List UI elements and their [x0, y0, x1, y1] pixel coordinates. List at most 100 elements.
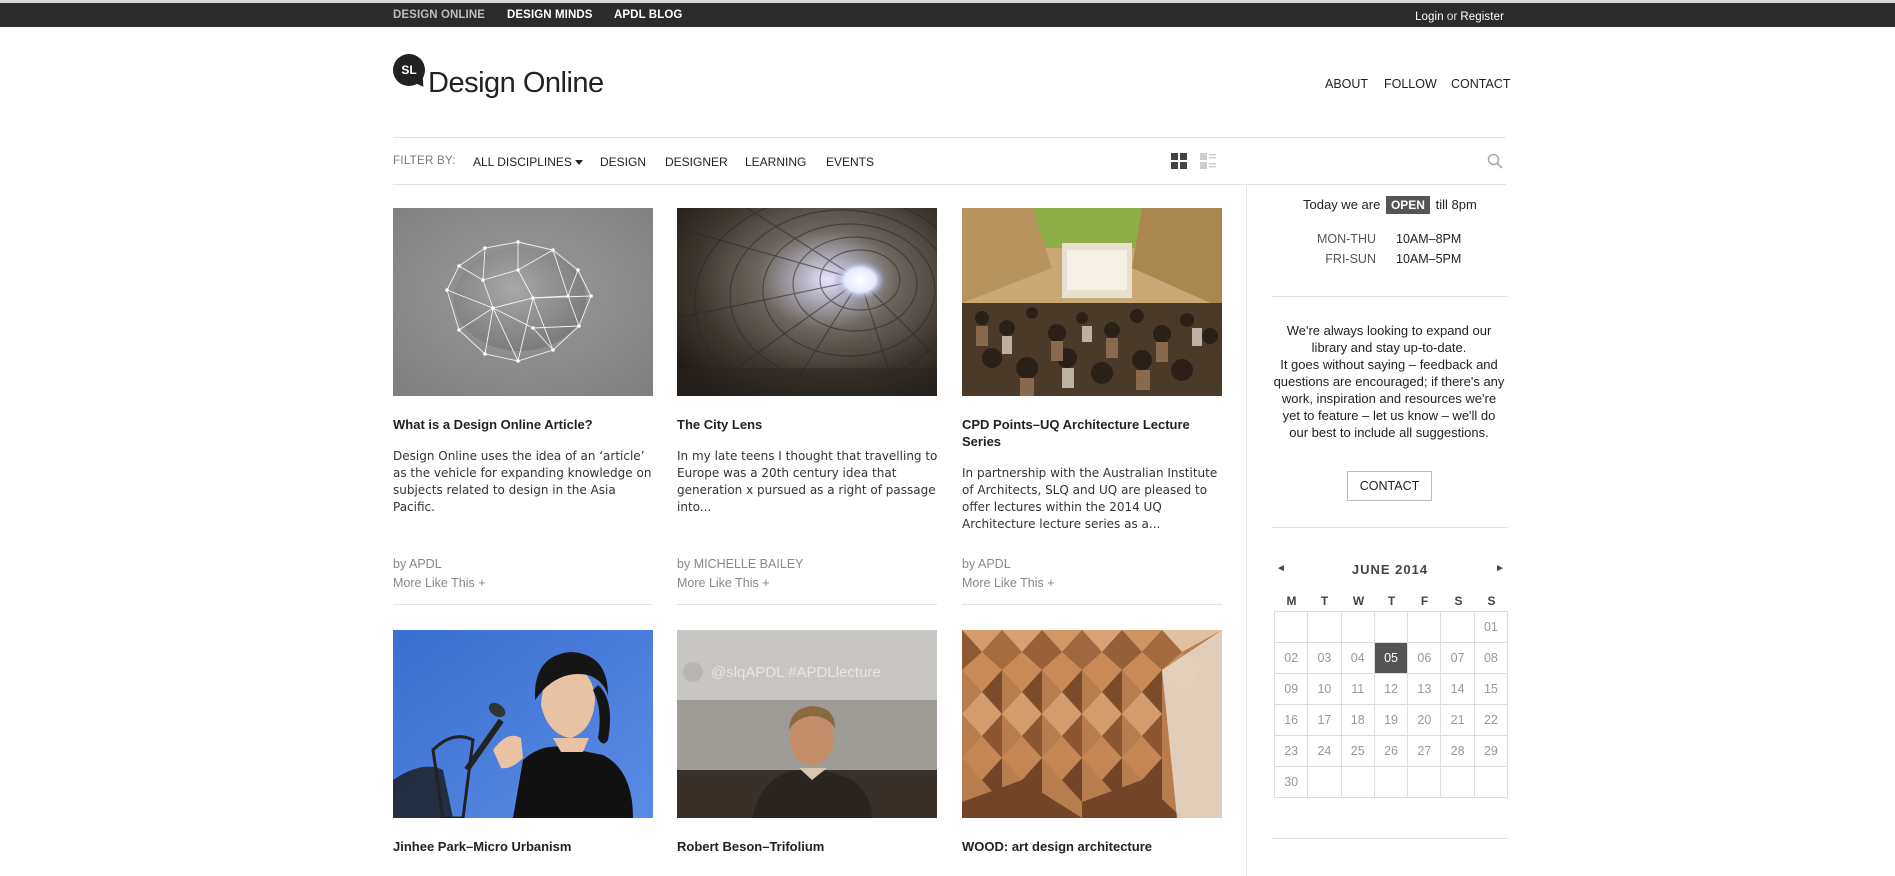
card-title[interactable]: Robert Beson–Trifolium — [677, 838, 939, 855]
filter-label: FILTER BY: — [393, 155, 456, 167]
calendar-empty-cell — [1407, 766, 1442, 798]
opening-status: Today we are OPEN till 8pm — [1303, 196, 1477, 214]
site-title[interactable]: Design Online — [428, 67, 604, 100]
card-image-city-lens[interactable] — [677, 208, 937, 396]
more-like-this-link[interactable]: More Like This + — [677, 576, 770, 590]
register-link[interactable]: Register — [1460, 11, 1504, 23]
calendar-day[interactable]: 18 — [1340, 704, 1375, 736]
calendar-empty-cell — [1273, 611, 1309, 643]
calendar-day[interactable]: 28 — [1440, 735, 1475, 767]
card-image-wood[interactable] — [962, 630, 1222, 818]
more-like-this-link[interactable]: More Like This + — [962, 576, 1055, 590]
search-icon[interactable] — [1487, 153, 1503, 169]
hours-time: 10AM–5PM — [1396, 252, 1462, 266]
card-divider — [962, 604, 1222, 605]
list-view-icon[interactable] — [1200, 153, 1216, 169]
calendar-day[interactable]: 21 — [1440, 704, 1475, 736]
filter-all-disciplines[interactable]: ALL DISCIPLINES — [473, 155, 583, 169]
calendar-day[interactable]: 20 — [1407, 704, 1442, 736]
calendar-week-row: 16 17 18 19 20 21 22 — [1273, 704, 1509, 736]
author-link[interactable]: APDL — [409, 557, 442, 571]
card-title[interactable]: Jinhee Park–Micro Urbanism — [393, 838, 655, 855]
card-image-robert-beson[interactable]: @slqAPDL #APDLlecture — [677, 630, 937, 818]
card-image-cpd-points[interactable] — [962, 208, 1222, 396]
calendar-day[interactable]: 10 — [1307, 673, 1342, 705]
calendar-empty-cell — [1440, 611, 1475, 643]
sidebar-divider — [1246, 185, 1247, 876]
calendar-day[interactable]: 14 — [1440, 673, 1475, 705]
calendar-day[interactable]: 25 — [1340, 735, 1375, 767]
header-divider — [393, 137, 1506, 138]
calendar-day[interactable]: 09 — [1273, 673, 1309, 705]
calendar-empty-cell — [1373, 766, 1409, 798]
calendar-day[interactable]: 19 — [1373, 704, 1409, 736]
filter-designer[interactable]: DESIGNER — [665, 155, 728, 169]
card-title[interactable]: What is a Design Online Article? — [393, 416, 655, 433]
slide-overlay-text: @slqAPDL #APDLlecture — [711, 664, 881, 681]
calendar-day[interactable]: 08 — [1473, 642, 1509, 674]
filter-divider — [393, 184, 1506, 185]
calendar-week-row: 02 03 04 05 06 07 08 — [1273, 642, 1509, 674]
calendar-day[interactable]: 06 — [1407, 642, 1442, 674]
topbar-link-apdl-blog[interactable]: APDL BLOG — [614, 9, 682, 21]
calendar-day[interactable]: 22 — [1473, 704, 1509, 736]
calendar-empty-cell — [1307, 766, 1342, 798]
calendar-day[interactable]: 16 — [1273, 704, 1309, 736]
calendar-day[interactable]: 27 — [1407, 735, 1442, 767]
card-title[interactable]: WOOD: art design architecture — [962, 838, 1224, 855]
calendar-empty-cell — [1340, 766, 1375, 798]
calendar-day[interactable]: 26 — [1373, 735, 1409, 767]
calendar-day[interactable]: 04 — [1340, 642, 1375, 674]
library-text: We're always looking to expand our libra… — [1272, 322, 1506, 441]
topbar-link-design-online[interactable]: DESIGN ONLINE — [393, 9, 485, 21]
topbar-link-design-minds[interactable]: DESIGN MINDS — [507, 9, 593, 21]
card-description: In partnership with the Australian Insti… — [962, 466, 1218, 531]
card-image-jinhee-park[interactable] — [393, 630, 653, 818]
grid-view-icon[interactable] — [1171, 153, 1187, 169]
calendar-day[interactable]: 12 — [1373, 673, 1409, 705]
filter-learning[interactable]: LEARNING — [745, 155, 806, 169]
calendar-day[interactable]: 02 — [1273, 642, 1309, 674]
author-link[interactable]: MICHELLE BAILEY — [694, 557, 804, 571]
weekday-header: T — [1320, 594, 1329, 608]
calendar-next-arrow-icon[interactable]: ► — [1495, 563, 1505, 574]
calendar-day[interactable]: 23 — [1273, 735, 1309, 767]
calendar-day[interactable]: 29 — [1473, 735, 1509, 767]
logo-badge[interactable]: SL — [393, 54, 425, 86]
calendar-prev-arrow-icon[interactable]: ◄ — [1276, 563, 1286, 574]
wireframe-sphere-image — [393, 208, 653, 396]
calendar-week-row: 01 — [1273, 611, 1509, 643]
login-link[interactable]: Login — [1415, 11, 1444, 23]
contact-button[interactable]: CONTACT — [1347, 471, 1432, 501]
nav-about[interactable]: ABOUT — [1325, 77, 1368, 91]
calendar-day[interactable]: 07 — [1440, 642, 1475, 674]
today-suffix: till 8pm — [1435, 197, 1477, 212]
by-prefix: by — [677, 557, 691, 571]
today-prefix: Today we are — [1303, 197, 1381, 212]
calendar-week-row: 09 10 11 12 13 14 15 — [1273, 673, 1509, 705]
calendar-day[interactable]: 17 — [1307, 704, 1342, 736]
or-text: or — [1446, 9, 1458, 23]
weekday-header: F — [1420, 594, 1429, 608]
filter-design[interactable]: DESIGN — [600, 155, 646, 169]
calendar-day[interactable]: 03 — [1307, 642, 1342, 674]
card-byline: by APDL — [393, 557, 442, 571]
card-title[interactable]: CPD Points–UQ Architecture Lecture Serie… — [962, 416, 1224, 450]
filter-events[interactable]: EVENTS — [826, 155, 874, 169]
calendar-day[interactable]: 24 — [1307, 735, 1342, 767]
author-link[interactable]: APDL — [978, 557, 1011, 571]
card-title[interactable]: The City Lens — [677, 416, 939, 433]
nav-contact[interactable]: CONTACT — [1451, 77, 1511, 91]
calendar-day[interactable]: 01 — [1473, 611, 1509, 643]
more-like-this-link[interactable]: More Like This + — [393, 576, 486, 590]
calendar-day[interactable]: 15 — [1473, 673, 1509, 705]
calendar-day[interactable]: 05 — [1373, 642, 1409, 674]
calendar-day[interactable]: 13 — [1407, 673, 1442, 705]
sidebar-divider-3 — [1272, 838, 1508, 839]
calendar-day[interactable]: 30 — [1273, 766, 1309, 798]
calendar-day[interactable]: 11 — [1340, 673, 1375, 705]
lecture-crowd-image — [962, 208, 1222, 396]
nav-follow[interactable]: FOLLOW — [1384, 77, 1437, 91]
open-status-badge: OPEN — [1385, 196, 1430, 214]
card-image-design-online-article[interactable] — [393, 208, 653, 396]
